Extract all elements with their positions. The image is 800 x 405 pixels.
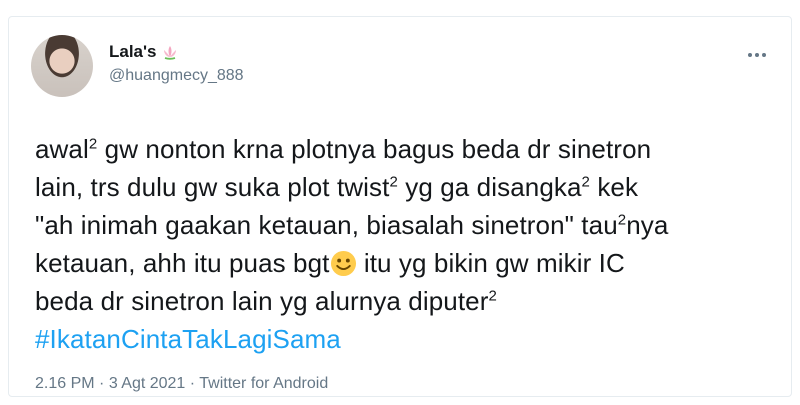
more-dot <box>748 53 752 57</box>
tweet-card[interactable]: Lala's @huangmecy_888 awal2 gw nonton kr… <box>8 16 792 397</box>
avatar[interactable] <box>31 35 93 97</box>
hashtag-link[interactable]: #IkatanCintaTakLagiSama <box>35 324 341 354</box>
more-dot <box>755 53 759 57</box>
more-options-icon[interactable] <box>743 45 771 65</box>
tweet-time[interactable]: 2.16 PM <box>35 375 95 392</box>
user-handle[interactable]: @huangmecy_888 <box>109 67 244 85</box>
tweet-hashtag-line: #IkatanCintaTakLagiSama <box>35 320 775 358</box>
tweet-line-1: awal2 gw nonton krna plotnya bagus beda … <box>35 134 652 164</box>
tweet-line-3: "ah inimah gaakan ketauan, biasalah sine… <box>35 210 669 240</box>
tweet-meta: 2.16 PM · 3 Agt 2021 · Twitter for Andro… <box>35 375 328 393</box>
tweet-line-2: lain, trs dulu gw suka plot twist2 yg ga… <box>35 172 639 202</box>
display-name[interactable]: Lala's <box>109 42 157 62</box>
meta-separator: · <box>185 375 200 392</box>
smiling-face-icon <box>330 250 356 277</box>
tweet-line-4: ketauan, ahh itu puas bgt itu yg bikin g… <box>35 248 625 278</box>
tweet-text: awal2 gw nonton krna plotnya bagus beda … <box>35 130 775 358</box>
meta-separator: · <box>94 375 109 392</box>
user-name-row[interactable]: Lala's <box>109 42 179 62</box>
tweet-line-5: beda dr sinetron lain yg alurnya diputer… <box>35 286 497 316</box>
tweet-date[interactable]: 3 Agt 2021 <box>109 375 186 392</box>
lotus-icon <box>163 46 176 60</box>
tweet-source[interactable]: Twitter for Android <box>199 375 328 392</box>
more-dot <box>762 53 766 57</box>
